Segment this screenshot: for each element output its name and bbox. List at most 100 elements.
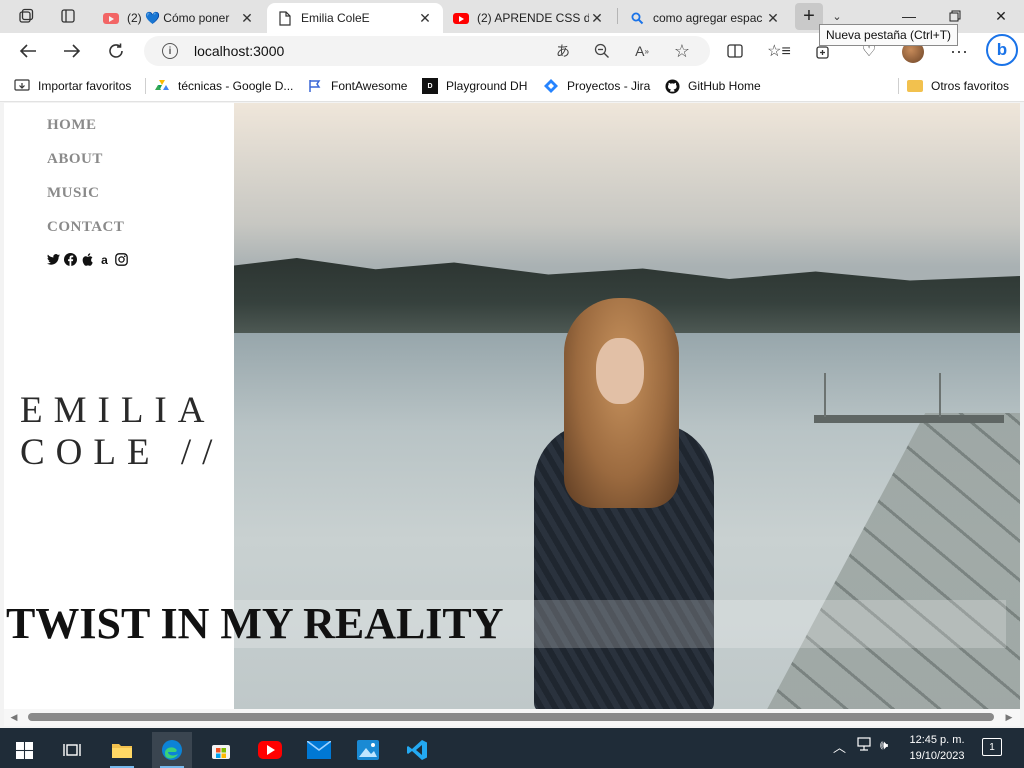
tab-emilia-cole[interactable]: Emilia ColeE ✕ — [267, 3, 443, 33]
artist-name-line-1: EMILIA — [20, 390, 216, 431]
scrollbar-thumb[interactable] — [28, 713, 994, 721]
close-window-button[interactable]: ✕ — [981, 4, 1021, 28]
favorite-label: Importar favoritos — [38, 79, 132, 93]
twitter-icon[interactable] — [47, 253, 60, 266]
headline-banner: TWIST IN MY REALITY — [4, 600, 1006, 648]
youtube-icon — [453, 10, 469, 26]
horizontal-scrollbar[interactable]: ◀ ▶ — [4, 709, 1020, 726]
scroll-right-icon[interactable]: ▶ — [1003, 711, 1015, 723]
tab-title: (2) 💙 Cómo poner — [127, 11, 230, 25]
clock-date: 19/10/2023 — [909, 750, 965, 762]
favorite-fontawesome[interactable]: FontAwesome — [307, 77, 407, 95]
address-bar[interactable]: i localhost:3000 あ A» ☆ — [144, 36, 710, 66]
face — [596, 338, 644, 404]
favorites-divider — [898, 78, 899, 94]
social-links: a — [47, 253, 128, 267]
close-tab-icon[interactable]: ✕ — [589, 10, 605, 27]
favorite-label: Otros favoritos — [931, 79, 1010, 93]
tab-title: como agregar espac — [653, 11, 763, 25]
google-drive-icon — [154, 78, 170, 94]
folder-icon — [907, 78, 923, 94]
windows-taskbar: ︿ 🕪 12:45 p. m. 19/10/2023 1 — [0, 728, 1024, 768]
favorite-import[interactable]: Importar favoritos — [14, 77, 131, 95]
file-explorer-icon[interactable] — [102, 732, 142, 768]
workspaces-icon[interactable] — [12, 4, 40, 28]
page-icon — [277, 10, 293, 26]
favorites-divider — [145, 78, 146, 94]
artist-name-line-2: COLE // — [20, 432, 224, 473]
close-tab-icon[interactable]: ✕ — [765, 10, 781, 27]
close-tab-icon[interactable]: ✕ — [239, 10, 255, 27]
instagram-icon[interactable] — [115, 253, 128, 266]
headline: TWIST IN MY REALITY — [6, 599, 504, 648]
tab-actions-icon[interactable] — [54, 4, 82, 28]
windows-start-icon[interactable] — [4, 732, 44, 768]
favorite-label: Proyectos - Jira — [567, 79, 651, 93]
page-viewport: HOME ABOUT MUSIC CONTACT a EMILIA COLE /… — [4, 103, 1020, 709]
favorite-label: GitHub Home — [688, 79, 761, 93]
tab-divider — [617, 8, 618, 24]
edge-browser-icon[interactable] — [152, 732, 192, 768]
notification-count: 1 — [989, 741, 995, 753]
nav-contact-link[interactable]: CONTACT — [47, 219, 124, 236]
microsoft-store-icon[interactable] — [201, 732, 241, 768]
notifications-icon[interactable]: 1 — [982, 738, 1002, 756]
pier — [814, 415, 1004, 423]
mail-icon[interactable] — [299, 732, 339, 768]
search-icon — [629, 10, 645, 26]
tray-overflow-chevron-icon[interactable]: ︿ — [833, 737, 846, 756]
favorite-label: técnicas - Google D... — [178, 79, 294, 93]
favorite-jira[interactable]: Proyectos - Jira — [543, 77, 650, 95]
back-arrow-icon[interactable] — [13, 37, 43, 65]
read-aloud-icon[interactable]: A» — [631, 41, 653, 61]
pier-rail — [824, 373, 826, 417]
favorite-label: Playground DH — [446, 79, 528, 93]
pier-rail — [939, 373, 941, 417]
import-icon — [14, 78, 30, 94]
favorite-star-icon[interactable]: ☆ — [671, 41, 693, 61]
tab-youtube-1[interactable]: (2) 💙 Cómo poner ✕ — [93, 3, 265, 33]
system-clock[interactable]: 12:45 p. m. 19/10/2023 — [902, 732, 972, 764]
split-screen-icon[interactable] — [722, 38, 748, 64]
tab-youtube-2[interactable]: (2) APRENDE CSS de ✕ — [443, 3, 615, 33]
site-info-icon[interactable]: i — [162, 43, 178, 59]
jira-icon — [543, 78, 559, 94]
clock-time: 12:45 p. m. — [909, 734, 965, 746]
favorite-google-drive[interactable]: técnicas - Google D... — [154, 77, 293, 95]
artist-name: EMILIA COLE // — [20, 390, 223, 474]
new-tab-tooltip: Nueva pestaña (Ctrl+T) — [819, 24, 959, 46]
forward-arrow-icon[interactable] — [57, 37, 87, 65]
favorites-icon[interactable]: ☆≡ — [766, 38, 792, 64]
favorite-playground-dh[interactable]: D Playground DH — [422, 77, 527, 95]
refresh-icon[interactable] — [101, 37, 131, 65]
youtube-icon — [103, 10, 119, 26]
close-tab-icon[interactable]: ✕ — [417, 10, 433, 27]
other-favorites-folder[interactable]: Otros favoritos — [907, 77, 1009, 95]
vscode-icon[interactable] — [397, 732, 437, 768]
nav-music-link[interactable]: MUSIC — [47, 185, 100, 202]
nav-home-link[interactable]: HOME — [47, 117, 97, 134]
nav-about-link[interactable]: ABOUT — [47, 151, 103, 168]
tab-search[interactable]: como agregar espac ✕ — [619, 3, 791, 33]
tab-title: (2) APRENDE CSS de — [477, 11, 589, 25]
tab-title: Emilia ColeE — [301, 11, 370, 25]
amazon-icon[interactable]: a — [98, 253, 111, 267]
zoom-out-icon[interactable] — [591, 41, 613, 61]
volume-icon[interactable]: 🕪 — [880, 737, 888, 753]
youtube-app-icon[interactable] — [250, 732, 290, 768]
facebook-icon[interactable] — [64, 253, 77, 266]
dh-icon: D — [422, 78, 438, 94]
task-view-icon[interactable] — [52, 732, 92, 768]
favorite-label: FontAwesome — [331, 79, 408, 93]
scroll-left-icon[interactable]: ◀ — [8, 711, 20, 723]
translate-icon[interactable]: あ — [552, 41, 574, 61]
favorites-bar: Importar favoritos técnicas - Google D..… — [0, 69, 1024, 102]
network-icon[interactable] — [857, 737, 873, 754]
bing-copilot-icon[interactable]: b — [986, 34, 1018, 66]
url-text[interactable]: localhost:3000 — [194, 43, 284, 59]
photos-icon[interactable] — [348, 732, 388, 768]
apple-icon[interactable] — [81, 253, 94, 266]
flag-icon — [307, 78, 323, 94]
github-icon — [664, 78, 680, 94]
favorite-github[interactable]: GitHub Home — [664, 77, 761, 95]
